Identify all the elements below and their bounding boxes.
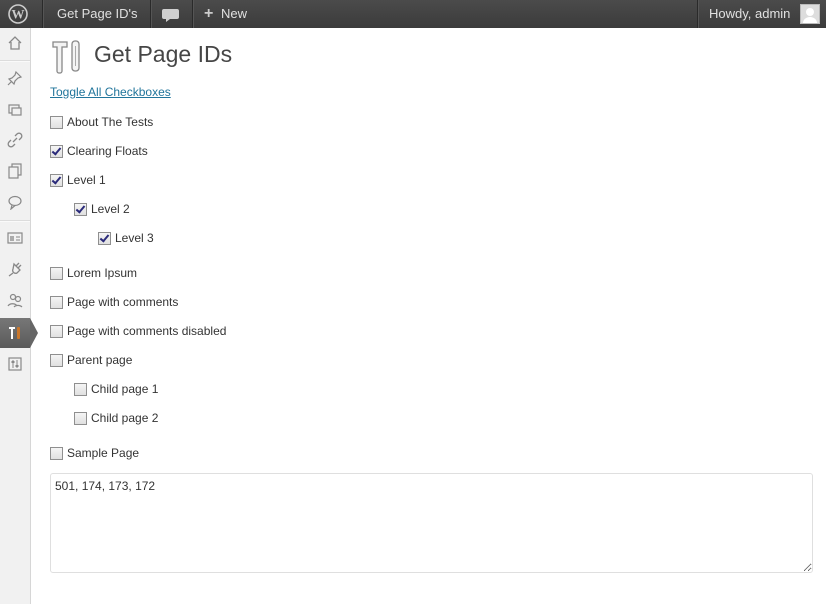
page-checkbox-row[interactable]: Lorem Ipsum — [50, 265, 137, 281]
page-checkbox-row[interactable]: Level 2 — [74, 201, 130, 217]
page-checkbox-label: Level 1 — [67, 173, 106, 187]
howdy-greeting: Howdy, admin — [709, 6, 791, 21]
page-checkbox[interactable] — [50, 446, 63, 460]
page-checkbox[interactable] — [50, 144, 63, 158]
comments-icon[interactable] — [0, 187, 30, 217]
page-checkbox-row[interactable]: Level 3 — [98, 230, 154, 246]
page-checkbox-label: Lorem Ipsum — [67, 266, 138, 280]
page-checkbox-label: Clearing Floats — [67, 144, 148, 158]
page-checkbox-label: Sample Page — [67, 446, 140, 460]
page-checkbox-label: Page with comments — [67, 295, 179, 309]
page-checkbox-row[interactable]: Child page 2 — [74, 410, 158, 426]
admin-bar: W Get Page ID's + New Howdy, admin — [0, 0, 826, 28]
page-checkbox-row[interactable]: Page with comments disabled — [50, 323, 226, 339]
new-content-button[interactable]: + New — [204, 0, 247, 28]
pages-icon[interactable] — [0, 156, 30, 186]
appearance-icon[interactable] — [0, 223, 30, 253]
page-ids-output-textarea[interactable]: 501, 174, 173, 172 — [50, 473, 813, 573]
page-checkbox-row[interactable]: About The Tests — [50, 114, 153, 130]
page-checkbox-row[interactable]: Page with comments — [50, 294, 178, 310]
page-checkbox-row[interactable]: Level 1 — [50, 172, 106, 188]
toggle-all-checkboxes-link[interactable]: Toggle All Checkboxes — [50, 85, 171, 99]
page-checkbox[interactable] — [50, 324, 63, 338]
users-icon[interactable] — [0, 285, 30, 315]
new-label: New — [220, 6, 247, 21]
page-checkbox[interactable] — [74, 411, 87, 425]
plus-icon: + — [204, 5, 214, 22]
tools-page-icon — [50, 38, 84, 74]
settings-icon[interactable] — [0, 349, 30, 379]
page-checkbox-label: Child page 1 — [91, 382, 159, 396]
svg-text:W: W — [12, 7, 25, 22]
page-checkbox[interactable] — [50, 295, 63, 309]
wordpress-logo-icon[interactable]: W — [8, 4, 28, 24]
page-checkbox-label: Parent page — [67, 353, 133, 367]
page-checkbox[interactable] — [50, 266, 63, 280]
page-checkbox-row[interactable]: Parent page — [50, 352, 132, 368]
page-checkbox-label: Level 3 — [115, 231, 154, 245]
plugins-icon[interactable] — [0, 254, 30, 284]
page-checkbox[interactable] — [50, 173, 63, 187]
page-checkbox-row[interactable]: Sample Page — [50, 445, 139, 461]
dashboard-icon[interactable] — [0, 28, 30, 58]
tools-icon[interactable] — [0, 318, 30, 348]
page-checkbox-label: Page with comments disabled — [67, 324, 227, 338]
page-checkbox-label: Level 2 — [91, 202, 130, 216]
media-icon[interactable] — [0, 94, 30, 124]
avatar — [800, 3, 821, 24]
page-title: Get Page IDs — [94, 41, 233, 67]
page-checkbox-label: Child page 2 — [91, 411, 159, 425]
page-checkbox[interactable] — [74, 202, 87, 216]
comments-bubble-icon[interactable] — [162, 0, 180, 28]
page-checkbox-label: About The Tests — [67, 115, 154, 129]
site-name-link[interactable]: Get Page ID's — [57, 0, 138, 28]
posts-pin-icon[interactable] — [0, 63, 30, 93]
admin-sidebar — [0, 28, 38, 604]
page-checkbox[interactable] — [50, 353, 63, 367]
page-checkbox[interactable] — [50, 115, 63, 129]
page-checkbox[interactable] — [98, 231, 111, 245]
page-checkbox-row[interactable]: Child page 1 — [74, 381, 158, 397]
page-checkbox-row[interactable]: Clearing Floats — [50, 143, 148, 159]
account-menu[interactable]: Howdy, admin — [709, 0, 821, 28]
links-icon[interactable] — [0, 125, 30, 155]
page-checkbox[interactable] — [74, 382, 87, 396]
